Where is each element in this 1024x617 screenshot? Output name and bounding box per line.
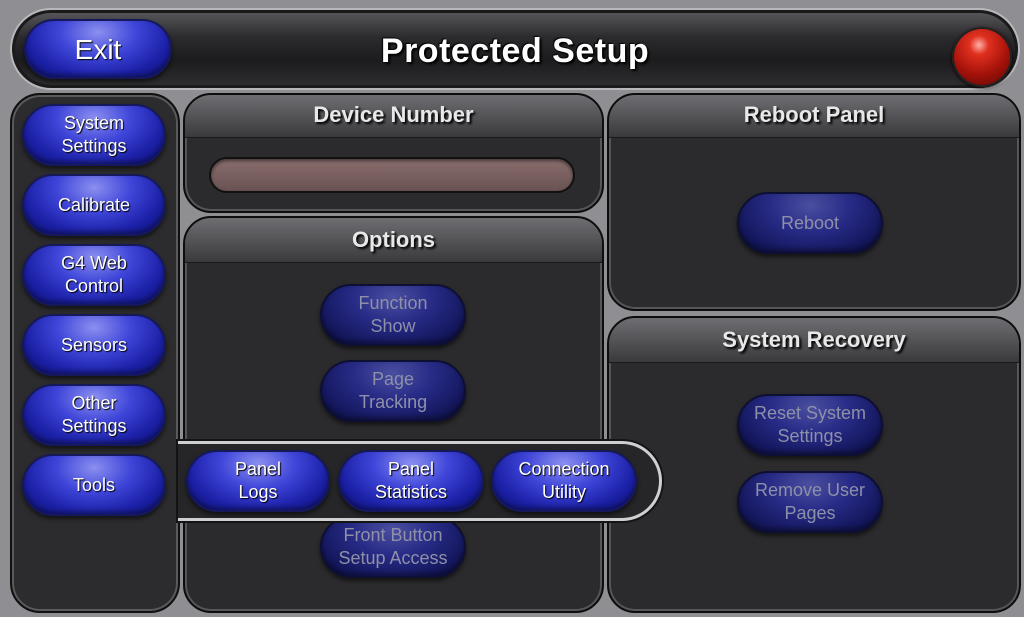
device-number-title: Device Number — [185, 95, 602, 138]
sidebar-item-system-settings[interactable]: System Settings — [22, 104, 166, 166]
sidebar-item-other-settings[interactable]: Other Settings — [22, 384, 166, 446]
sidebar-item-label: Calibrate — [57, 194, 131, 215]
reboot-button[interactable]: Reboot — [737, 192, 883, 254]
sidebar-item-label: Tools — [72, 474, 116, 495]
panel-logs-button[interactable]: Panel Logs — [186, 450, 330, 512]
sidebar-item-g4-web-control[interactable]: G4 Web Control — [22, 244, 166, 306]
system-recovery-title: System Recovery — [609, 318, 1019, 363]
system-recovery-panel: System Recovery — [607, 316, 1021, 613]
remove-user-pages-label: Remove User Pages — [754, 480, 866, 523]
sidebar-item-label: System Settings — [61, 113, 127, 156]
sidebar-item-calibrate[interactable]: Calibrate — [22, 174, 166, 236]
page-tracking-button[interactable]: Page Tracking — [320, 360, 466, 422]
reboot-title: Reboot Panel — [609, 95, 1019, 138]
page-tracking-label: Page Tracking — [358, 369, 428, 412]
panel-statistics-label: Panel Statistics — [374, 459, 448, 502]
status-led-icon — [952, 27, 1012, 87]
sidebar-item-label: Sensors — [60, 334, 128, 355]
reset-system-settings-button[interactable]: Reset System Settings — [737, 394, 883, 456]
function-show-button[interactable]: Function Show — [320, 284, 466, 346]
protected-setup-screen: Exit Protected Setup System Settings Cal… — [0, 0, 1024, 617]
panel-logs-label: Panel Logs — [234, 459, 282, 502]
sidebar-item-label: G4 Web Control — [61, 253, 127, 296]
reboot-button-label: Reboot — [780, 212, 840, 233]
remove-user-pages-button[interactable]: Remove User Pages — [737, 471, 883, 533]
connection-utility-label: Connection Utility — [518, 459, 610, 502]
device-number-panel: Device Number — [183, 93, 604, 213]
sidebar-item-label: Other Settings — [61, 393, 127, 436]
page-title: Protected Setup — [380, 32, 650, 70]
front-button-setup-access-button[interactable]: Front Button Setup Access — [320, 516, 466, 578]
sidebar-item-sensors[interactable]: Sensors — [22, 314, 166, 376]
options-title: Options — [185, 218, 602, 263]
device-number-field[interactable] — [209, 157, 575, 193]
function-show-label: Function Show — [358, 293, 428, 336]
reset-system-settings-label: Reset System Settings — [753, 403, 867, 446]
header-bar: Exit Protected Setup — [10, 8, 1020, 90]
sidebar-item-tools[interactable]: Tools — [22, 454, 166, 516]
connection-utility-button[interactable]: Connection Utility — [491, 450, 637, 512]
panel-statistics-button[interactable]: Panel Statistics — [338, 450, 484, 512]
front-button-setup-access-label: Front Button Setup Access — [338, 525, 448, 568]
